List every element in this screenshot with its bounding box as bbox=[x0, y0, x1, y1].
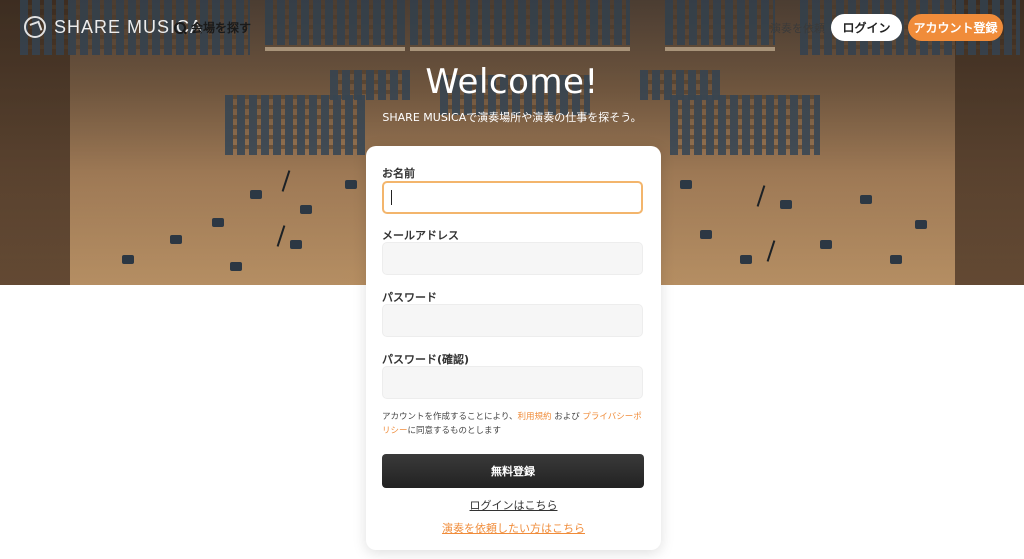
password-confirm-label: パスワード(確認) bbox=[382, 353, 470, 366]
terms-notice: アカウントを作成することにより、利用規約 および プライバシーポリシーに同意する… bbox=[382, 410, 646, 438]
search-icon bbox=[174, 21, 186, 34]
text-caret bbox=[391, 190, 392, 205]
signup-form-card: お名前 メールアドレス パスワード パスワード(確認) アカウントを作成すること… bbox=[366, 146, 661, 550]
name-field[interactable] bbox=[382, 181, 643, 214]
page-title: Welcome! bbox=[425, 62, 599, 102]
password-field[interactable] bbox=[382, 304, 643, 337]
terms-suffix: に同意するものとします bbox=[407, 426, 502, 436]
request-performance-here-link[interactable]: 演奏を依頼したい方はこちら bbox=[366, 520, 661, 536]
search-venues-link[interactable]: 会場を探す bbox=[174, 19, 251, 36]
register-account-button[interactable]: アカウント登録 bbox=[908, 14, 1003, 41]
request-performance-link[interactable]: 演奏を依頼 bbox=[770, 20, 825, 36]
email-field[interactable] bbox=[382, 242, 643, 275]
free-signup-button[interactable]: 無料登録 bbox=[382, 454, 644, 488]
search-venues-label: 会場を探す bbox=[191, 21, 252, 35]
hero-tagline: SHARE MUSICAで演奏場所や演奏の仕事を探そう。 bbox=[382, 111, 642, 124]
password-confirm-field[interactable] bbox=[382, 366, 643, 399]
email-label: メールアドレス bbox=[382, 229, 459, 242]
terms-prefix: アカウントを作成することにより、 bbox=[382, 412, 518, 422]
terms-middle: および bbox=[551, 412, 583, 422]
login-button[interactable]: ログイン bbox=[831, 14, 902, 41]
name-label: お名前 bbox=[382, 167, 415, 180]
terms-of-service-link[interactable]: 利用規約 bbox=[518, 412, 552, 422]
login-here-link[interactable]: ログインはこちら bbox=[366, 497, 661, 513]
password-label: パスワード bbox=[382, 291, 437, 304]
logo-icon bbox=[24, 16, 46, 38]
